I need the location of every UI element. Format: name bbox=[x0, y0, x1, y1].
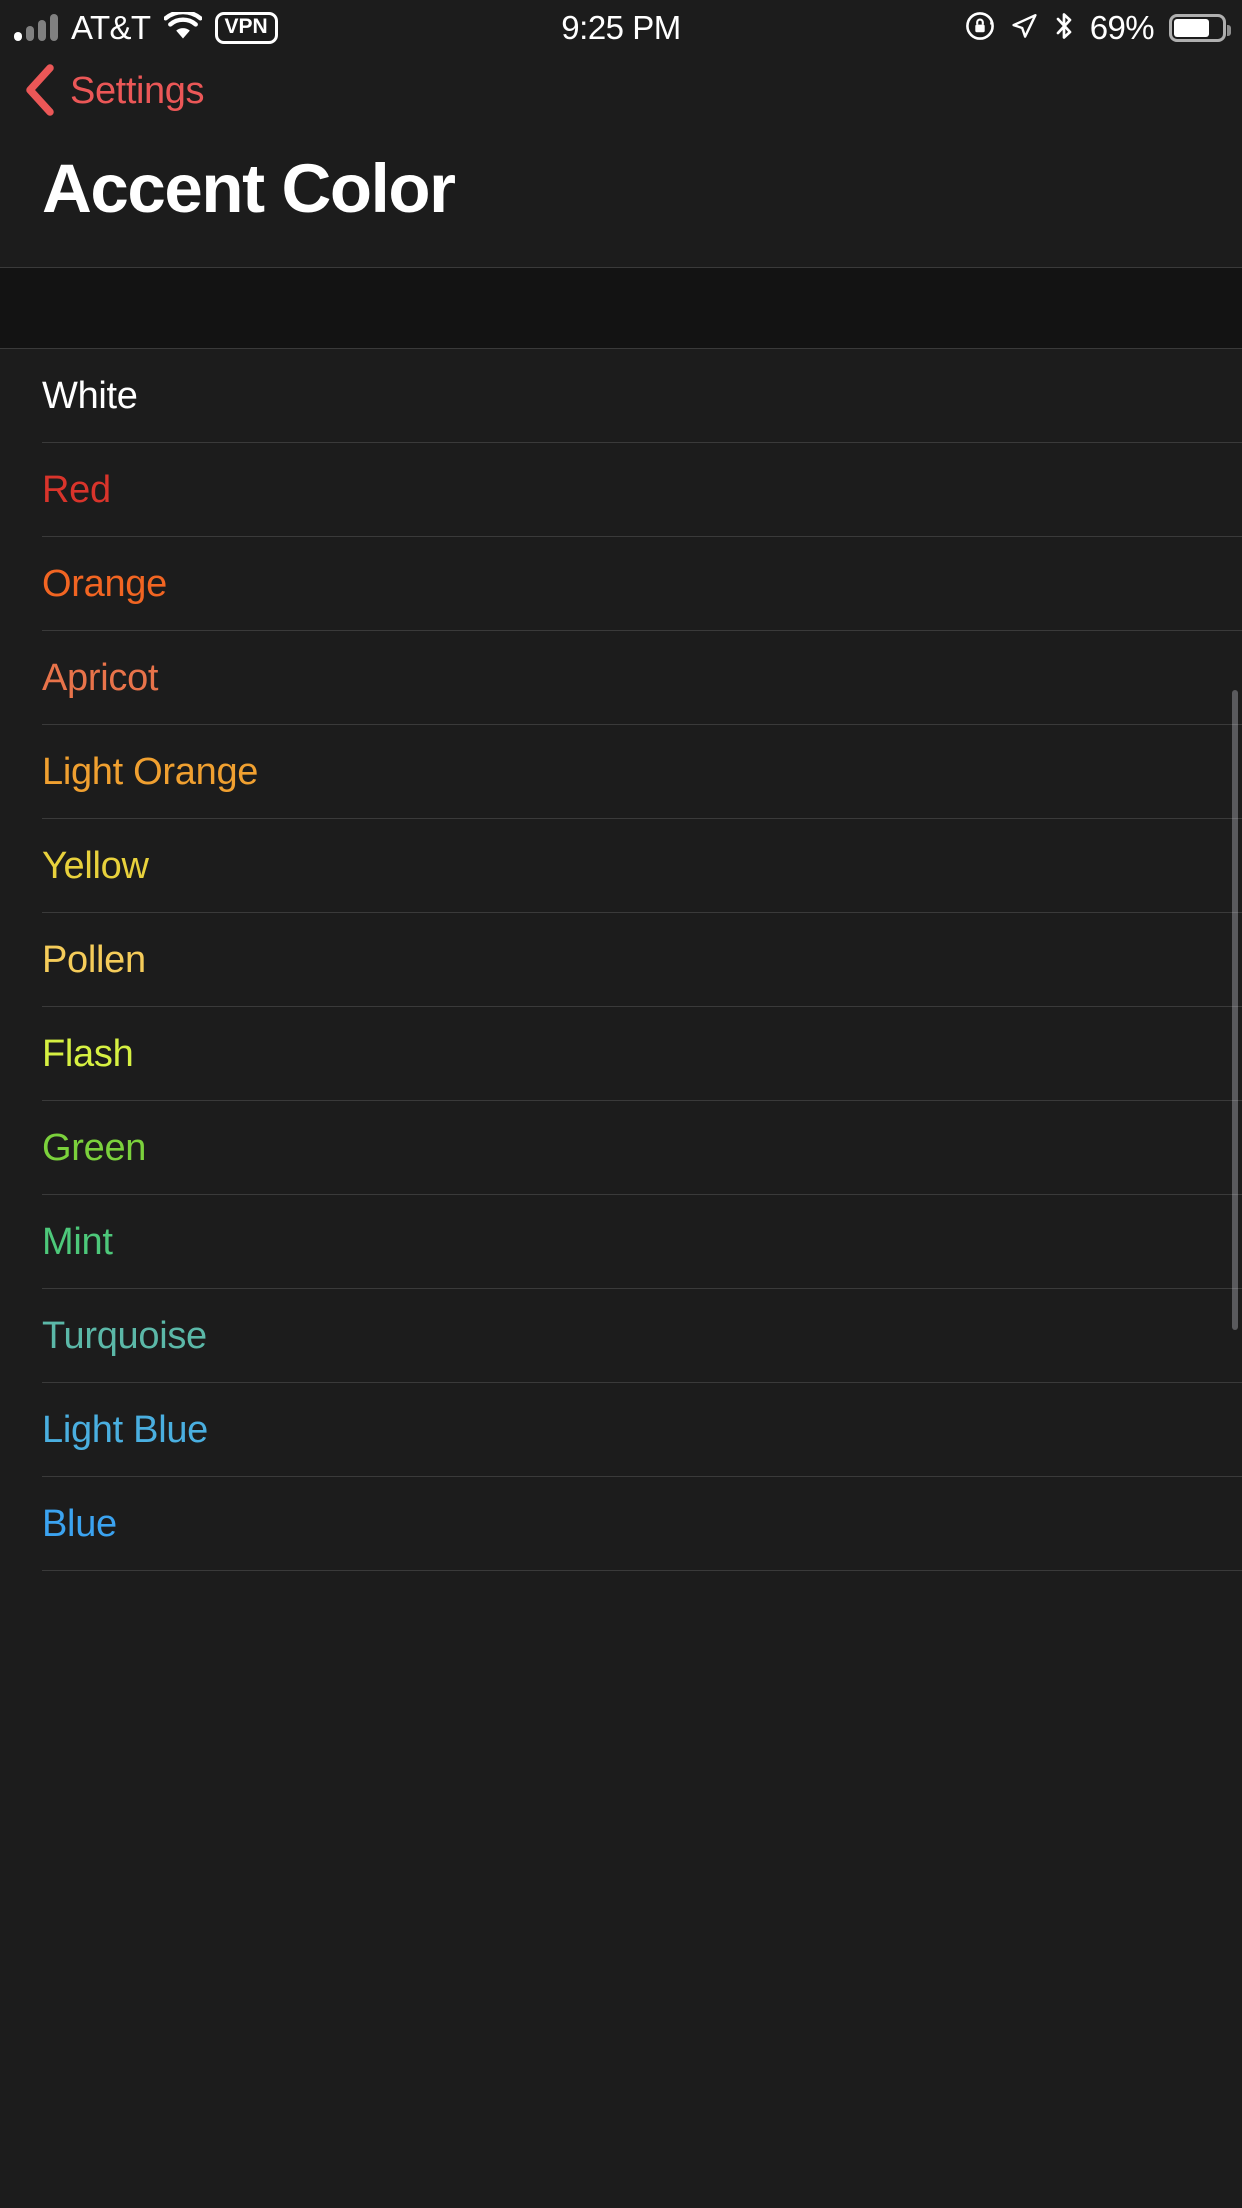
chevron-left-icon bbox=[22, 63, 56, 120]
navigation-bar: Settings bbox=[0, 56, 1242, 126]
battery-icon bbox=[1169, 14, 1231, 42]
back-button-label: Settings bbox=[70, 69, 205, 112]
status-bar: AT&T VPN 9:25 PM 69% bbox=[0, 0, 1242, 56]
list-item-label: Flash bbox=[42, 1033, 134, 1075]
list-item-label: Pollen bbox=[42, 939, 146, 981]
list-item-label: Red bbox=[42, 469, 111, 511]
status-bar-right: 69% bbox=[965, 0, 1231, 56]
list-item-label: White bbox=[42, 375, 138, 417]
list-item-label: Blue bbox=[42, 1503, 117, 1545]
list-item[interactable]: Orange bbox=[0, 537, 1242, 631]
list-item-label: Apricot bbox=[42, 657, 159, 699]
bluetooth-icon bbox=[1053, 11, 1075, 46]
list-item[interactable]: Flash bbox=[0, 1007, 1242, 1101]
list-item-label: Turquoise bbox=[42, 1315, 207, 1357]
list-separator bbox=[42, 1570, 1242, 1571]
list-item[interactable]: Yellow bbox=[0, 819, 1242, 913]
list-item[interactable]: Pollen bbox=[0, 913, 1242, 1007]
clock-label: 9:25 PM bbox=[561, 9, 681, 46]
list-item-label: Light Orange bbox=[42, 751, 259, 793]
location-arrow-icon bbox=[1010, 12, 1038, 45]
list-item[interactable]: Light Blue bbox=[0, 1383, 1242, 1477]
list-item[interactable]: White bbox=[0, 349, 1242, 443]
list-item[interactable]: Light Orange bbox=[0, 725, 1242, 819]
page-title: Accent Color bbox=[42, 150, 456, 227]
list-item[interactable]: Blue bbox=[0, 1477, 1242, 1571]
large-title-container: Accent Color bbox=[0, 126, 1242, 267]
list-item-label: Orange bbox=[42, 563, 167, 605]
list-item[interactable]: Mint bbox=[0, 1195, 1242, 1289]
list-item[interactable]: Apricot bbox=[0, 631, 1242, 725]
list-item[interactable]: Green bbox=[0, 1101, 1242, 1195]
list-item-label: Yellow bbox=[42, 845, 149, 887]
list-item-label: Mint bbox=[42, 1221, 113, 1263]
list-item-label: Light Blue bbox=[42, 1409, 209, 1451]
list-item-label: Green bbox=[42, 1127, 147, 1169]
back-button[interactable]: Settings bbox=[22, 63, 205, 120]
list-item[interactable]: Red bbox=[0, 443, 1242, 537]
list-item[interactable]: Turquoise bbox=[0, 1289, 1242, 1383]
rotation-lock-icon bbox=[965, 11, 995, 46]
list-section-gap bbox=[0, 267, 1242, 349]
battery-percent-label: 69% bbox=[1089, 9, 1155, 46]
settings-accent-color-screen: AT&T VPN 9:25 PM 69% Settings Accent Col… bbox=[0, 0, 1242, 2208]
accent-color-list: White Red Orange Apricot Light Orange Yellow P… bbox=[0, 349, 1242, 1571]
scrollbar[interactable] bbox=[1232, 690, 1238, 1330]
